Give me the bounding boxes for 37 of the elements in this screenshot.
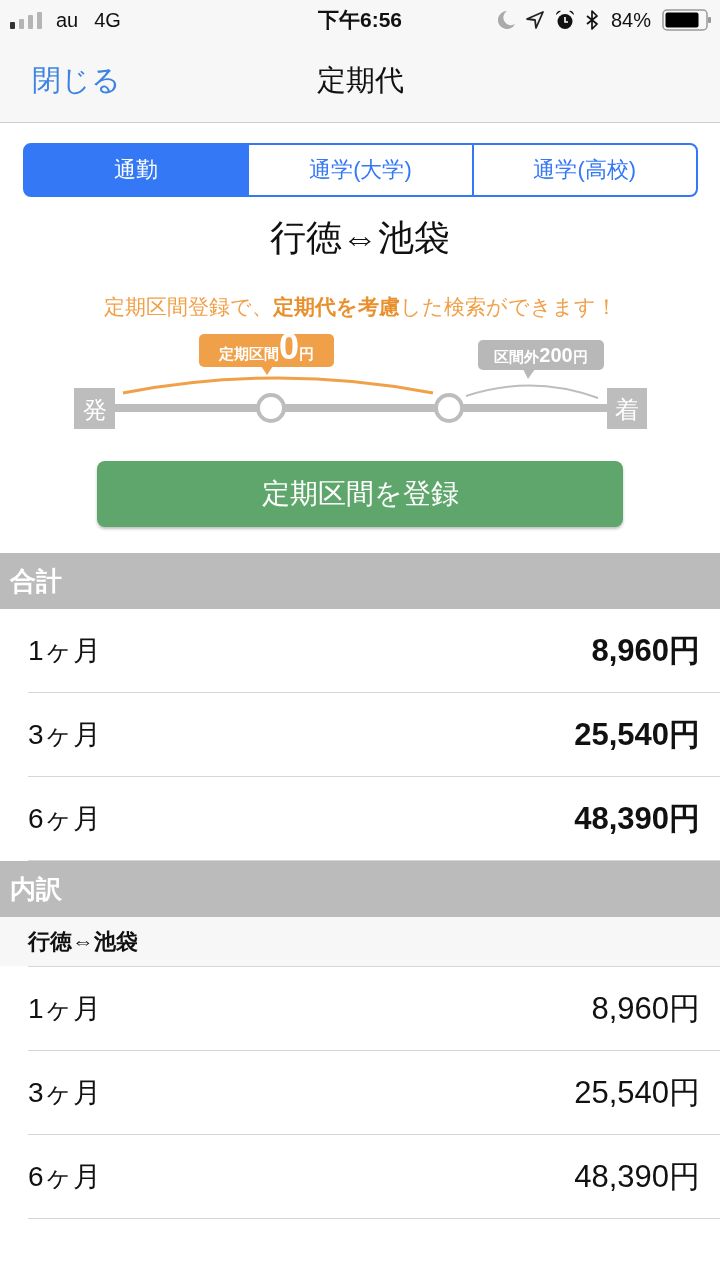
period-label: 1ヶ月 <box>28 991 101 1026</box>
fare-amount: 8,960円 <box>591 631 700 670</box>
close-link[interactable]: 閉じる <box>32 61 121 101</box>
fare-amount: 25,540円 <box>574 1073 700 1112</box>
section-header: 内訳 <box>0 861 720 917</box>
start-station-label: 発 <box>74 388 115 429</box>
commute-type-tab[interactable]: 通勤 <box>23 143 250 197</box>
location-arrow-icon <box>525 11 544 29</box>
status-time: 下午6:56 <box>318 7 402 33</box>
station-node <box>434 393 464 423</box>
fare-amount: 48,390円 <box>574 1157 700 1196</box>
period-label: 3ヶ月 <box>28 1075 101 1110</box>
period-label: 6ヶ月 <box>28 801 101 836</box>
commute-type-tab[interactable]: 通学(高校) <box>471 143 698 197</box>
network-type: 4G <box>94 8 121 32</box>
station-node <box>256 393 286 423</box>
notice-text: 定期区間登録で、定期代を考慮した検索ができます！ <box>102 294 618 320</box>
end-station-label: 着 <box>607 388 647 429</box>
alarm-clock-icon <box>554 10 575 30</box>
screen-title: 定期代 <box>316 63 404 98</box>
moon-icon <box>497 11 515 29</box>
register-pass-button[interactable]: 定期区間を登録 <box>97 461 623 527</box>
battery-icon <box>662 9 712 31</box>
route-title: 行徳⇔池袋 <box>269 216 451 260</box>
fare-amount: 25,540円 <box>574 715 700 754</box>
bluetooth-icon <box>585 10 598 30</box>
battery-percent: 84% <box>610 8 651 32</box>
signal-icon <box>10 11 44 29</box>
fare-amount: 48,390円 <box>574 799 700 838</box>
commute-type-tab[interactable]: 通学(大学) <box>247 143 474 197</box>
period-label: 1ヶ月 <box>28 633 101 668</box>
fare-amount: 8,960円 <box>591 989 700 1028</box>
period-label: 6ヶ月 <box>28 1159 101 1194</box>
route-subheading: 行徳⇔池袋 <box>0 917 720 966</box>
section-header: 合計 <box>0 553 720 609</box>
period-label: 3ヶ月 <box>28 717 101 752</box>
carrier-name: au <box>56 8 79 32</box>
